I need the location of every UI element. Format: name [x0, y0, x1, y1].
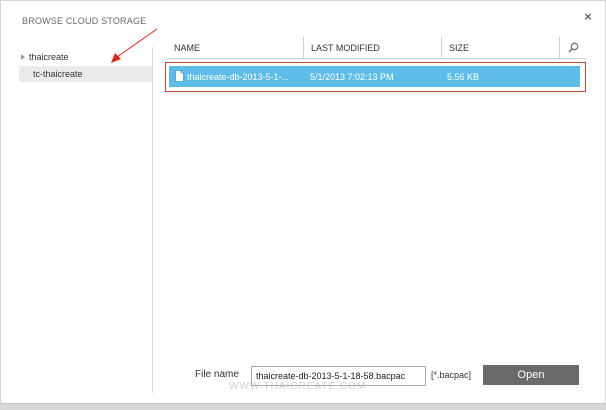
- watermark: WWW.THAICREATE.COM: [229, 381, 367, 392]
- document-icon: [175, 70, 184, 84]
- browse-cloud-storage-dialog: BROWSE CLOUD STORAGE × thaicreate tc-tha…: [0, 0, 606, 410]
- tree-item-label: tc-thaicreate: [33, 69, 83, 79]
- file-row[interactable]: thaicreate-db-2013-5-1-... 5/1/2013 7:02…: [169, 66, 580, 87]
- search-icon[interactable]: [559, 37, 587, 58]
- file-size-cell: 5.56 KB: [447, 71, 480, 82]
- pane-divider: [152, 47, 153, 393]
- tree-item-tc-thaicreate[interactable]: tc-thaicreate: [19, 66, 152, 82]
- dialog-title: BROWSE CLOUD STORAGE: [22, 16, 147, 26]
- expand-icon[interactable]: [19, 54, 29, 60]
- file-modified-cell: 5/1/2013 7:02:13 PM: [310, 71, 394, 82]
- close-icon[interactable]: ×: [581, 9, 595, 24]
- extension-filter-label: [*.bacpac]: [431, 370, 472, 380]
- column-header-name[interactable]: NAME: [167, 37, 303, 58]
- open-button[interactable]: Open: [483, 365, 579, 385]
- file-name-label: File name: [195, 369, 239, 380]
- tree-item-label: thaicreate: [29, 52, 69, 62]
- column-header-size[interactable]: SIZE: [441, 37, 558, 58]
- tree-item-thaicreate[interactable]: thaicreate: [19, 49, 152, 65]
- container-tree: thaicreate tc-thaicreate: [19, 47, 152, 82]
- column-header-last-modified[interactable]: LAST MODIFIED: [303, 37, 441, 58]
- file-name-cell: thaicreate-db-2013-5-1-...: [187, 71, 290, 82]
- window-bottom-edge: [1, 403, 605, 409]
- file-list-header: NAME LAST MODIFIED SIZE: [167, 37, 587, 59]
